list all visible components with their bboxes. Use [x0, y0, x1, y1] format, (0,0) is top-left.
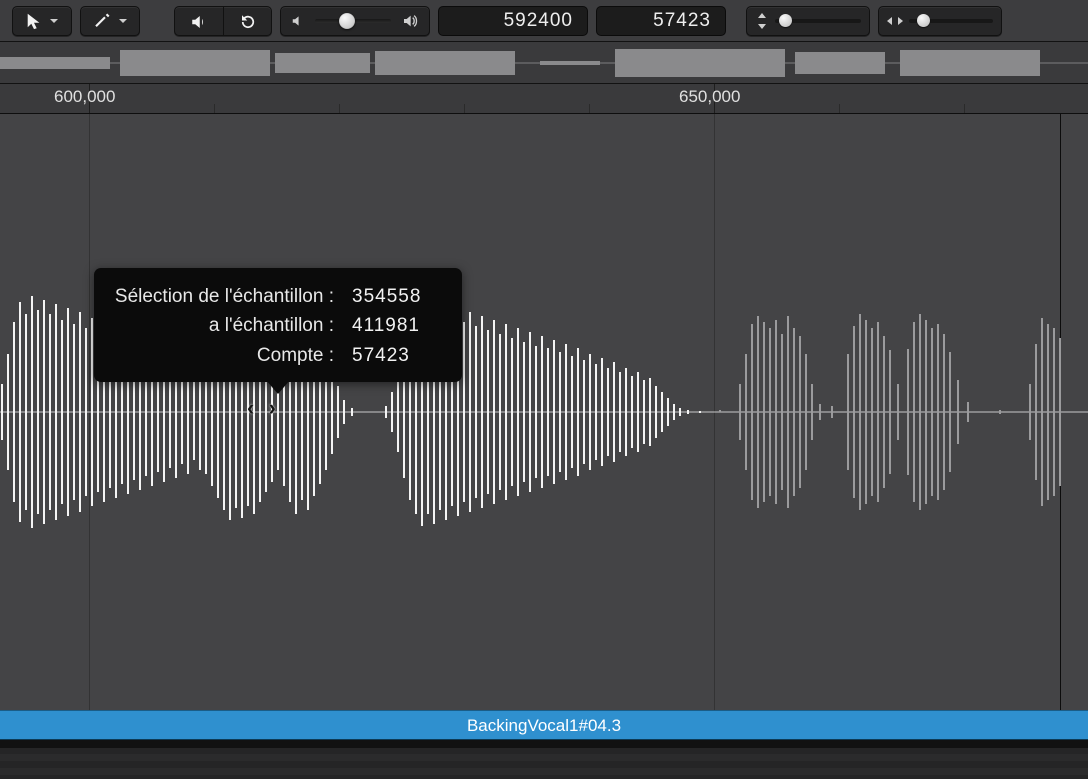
hzoom-icon — [887, 14, 903, 28]
tooltip-label: a l'échantillon : — [112, 311, 334, 340]
tooltip-value: 411981 — [352, 311, 444, 340]
playback-segment — [174, 6, 272, 36]
pointer-icon — [25, 12, 43, 30]
time-ruler[interactable]: 600,000 650,000 — [0, 84, 1088, 114]
ruler-tick-label: 650,000 — [679, 87, 740, 107]
cycle-icon — [237, 13, 259, 31]
vzoom-icon — [755, 13, 769, 29]
ruler-tick-label: 600,000 — [54, 87, 115, 107]
selection-tooltip: Sélection de l'échantillon : 354558 a l'… — [94, 268, 462, 382]
tooltip-label: Sélection de l'échantillon : — [112, 282, 334, 311]
waveform-canvas — [0, 114, 1088, 710]
vertical-zoom-slider[interactable] — [746, 6, 870, 36]
waveform-overview[interactable] — [0, 42, 1088, 84]
length-display[interactable]: 57423 — [596, 6, 726, 36]
volume-track[interactable] — [315, 19, 391, 23]
cycle-button[interactable] — [223, 7, 271, 36]
horizontal-zoom-slider[interactable] — [878, 6, 1002, 36]
speaker-low-icon — [291, 14, 305, 28]
speaker-high-icon — [401, 13, 419, 29]
waveform-editor[interactable]: Sélection de l'échantillon : 354558 a l'… — [0, 114, 1088, 710]
tooltip-label: Compte : — [112, 341, 334, 370]
tooltip-row: Sélection de l'échantillon : 354558 — [112, 282, 444, 311]
volume-slider[interactable] — [280, 6, 430, 36]
tooltip-value: 354558 — [352, 282, 444, 311]
tooltip-row: Compte : 57423 — [112, 341, 444, 370]
region-name-bar[interactable]: BackingVocal1#04.3 — [0, 710, 1088, 740]
tooltip-value: 57423 — [352, 341, 444, 370]
pencil-icon — [92, 12, 112, 30]
horizontal-scrollbar[interactable] — [0, 740, 1088, 779]
pencil-tool-button[interactable] — [80, 6, 140, 36]
position-display[interactable]: 592400 — [438, 6, 588, 36]
toolbar: 592400 57423 — [0, 0, 1088, 42]
resize-cursor-icon: ‹ › — [247, 395, 280, 421]
chevron-down-icon — [118, 16, 128, 26]
pointer-tool-button[interactable] — [12, 6, 72, 36]
volume-thumb[interactable] — [339, 13, 355, 29]
region-name-label: BackingVocal1#04.3 — [467, 716, 621, 735]
speaker-icon — [188, 13, 210, 31]
preview-button[interactable] — [175, 7, 223, 36]
tooltip-tail — [266, 380, 290, 394]
tooltip-row: a l'échantillon : 411981 — [112, 311, 444, 340]
chevron-down-icon — [49, 16, 59, 26]
